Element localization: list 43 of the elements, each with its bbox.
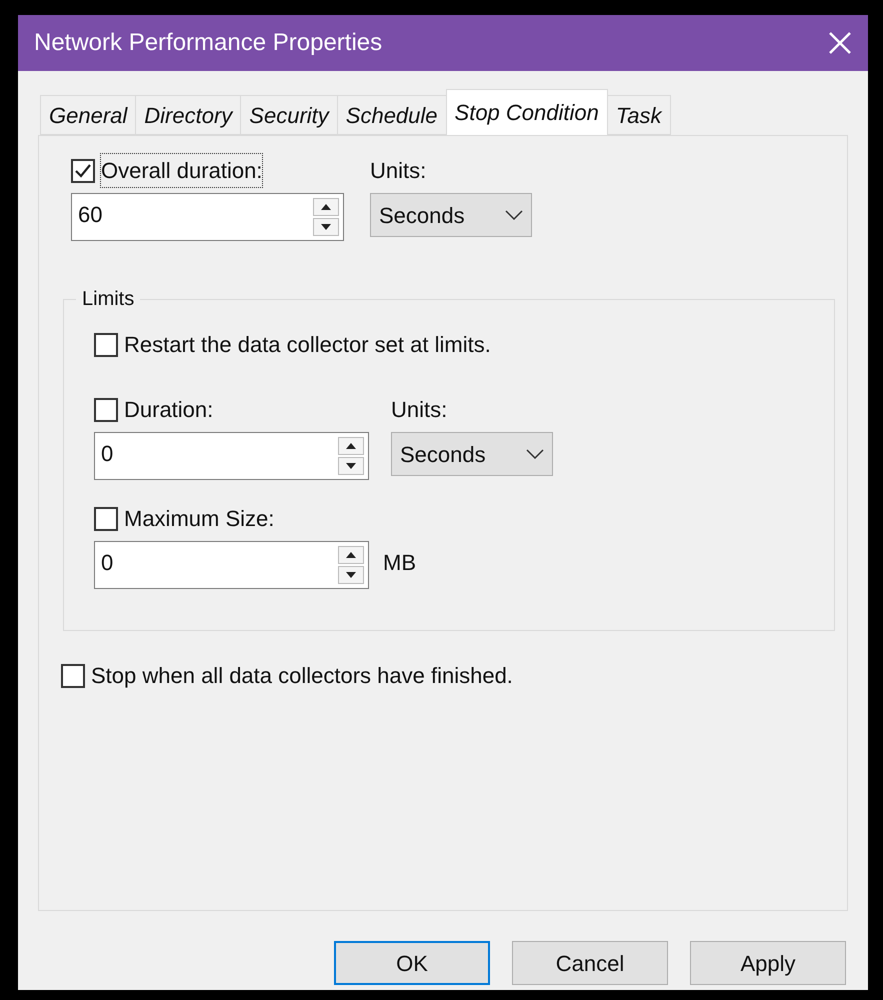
units-label: Units: <box>370 157 428 185</box>
checkbox[interactable] <box>94 398 118 422</box>
chevron-down-icon <box>505 210 523 220</box>
window-title: Network Performance Properties <box>34 28 382 58</box>
up-triangle-icon <box>346 443 356 449</box>
spin-up-button[interactable] <box>313 198 339 216</box>
close-icon[interactable] <box>828 31 852 55</box>
tab[interactable]: Directory <box>135 95 242 135</box>
dialog-button[interactable]: OK <box>334 941 490 985</box>
spin-up-button[interactable] <box>338 437 364 455</box>
checkbox-label: Stop when all data collectors have finished. <box>91 662 513 690</box>
checkbox-label: Maximum Size: <box>124 505 274 533</box>
tab[interactable]: Stop Condition <box>446 89 608 135</box>
checkbox[interactable] <box>61 664 85 688</box>
spin-down-button[interactable] <box>338 457 364 475</box>
down-triangle-icon <box>321 224 331 230</box>
spin-down-button[interactable] <box>313 218 339 236</box>
spin-down-button[interactable] <box>338 566 364 584</box>
tab[interactable]: Schedule <box>336 95 447 135</box>
unit-label: MB <box>383 549 416 577</box>
number-field[interactable]: 0 <box>94 541 369 589</box>
up-triangle-icon <box>321 204 331 210</box>
checkbox-label: Restart the data collector set at limits. <box>124 331 491 359</box>
chevron-down-icon <box>526 449 544 459</box>
up-triangle-icon <box>346 552 356 558</box>
units-dropdown[interactable]: Seconds <box>391 432 553 476</box>
number-field[interactable]: 0 <box>94 432 369 480</box>
tab[interactable]: General <box>40 95 136 135</box>
checkbox[interactable] <box>94 506 118 530</box>
down-triangle-icon <box>346 572 356 578</box>
checkbox[interactable] <box>94 332 118 356</box>
units-dropdown[interactable]: Seconds <box>370 193 532 237</box>
tab[interactable]: Task <box>606 95 671 135</box>
checkbox-label: Duration: <box>124 396 214 424</box>
checkbox-label: Overall duration: <box>101 154 262 187</box>
spin-up-button[interactable] <box>338 546 364 564</box>
number-field[interactable]: 60 <box>71 193 344 241</box>
down-triangle-icon <box>346 463 356 469</box>
checkbox[interactable] <box>71 158 95 182</box>
units-label: Units: <box>391 396 448 424</box>
dialog-button[interactable]: Apply <box>690 941 846 985</box>
tab[interactable]: Security <box>240 95 338 135</box>
dialog-button[interactable]: Cancel <box>512 941 668 985</box>
